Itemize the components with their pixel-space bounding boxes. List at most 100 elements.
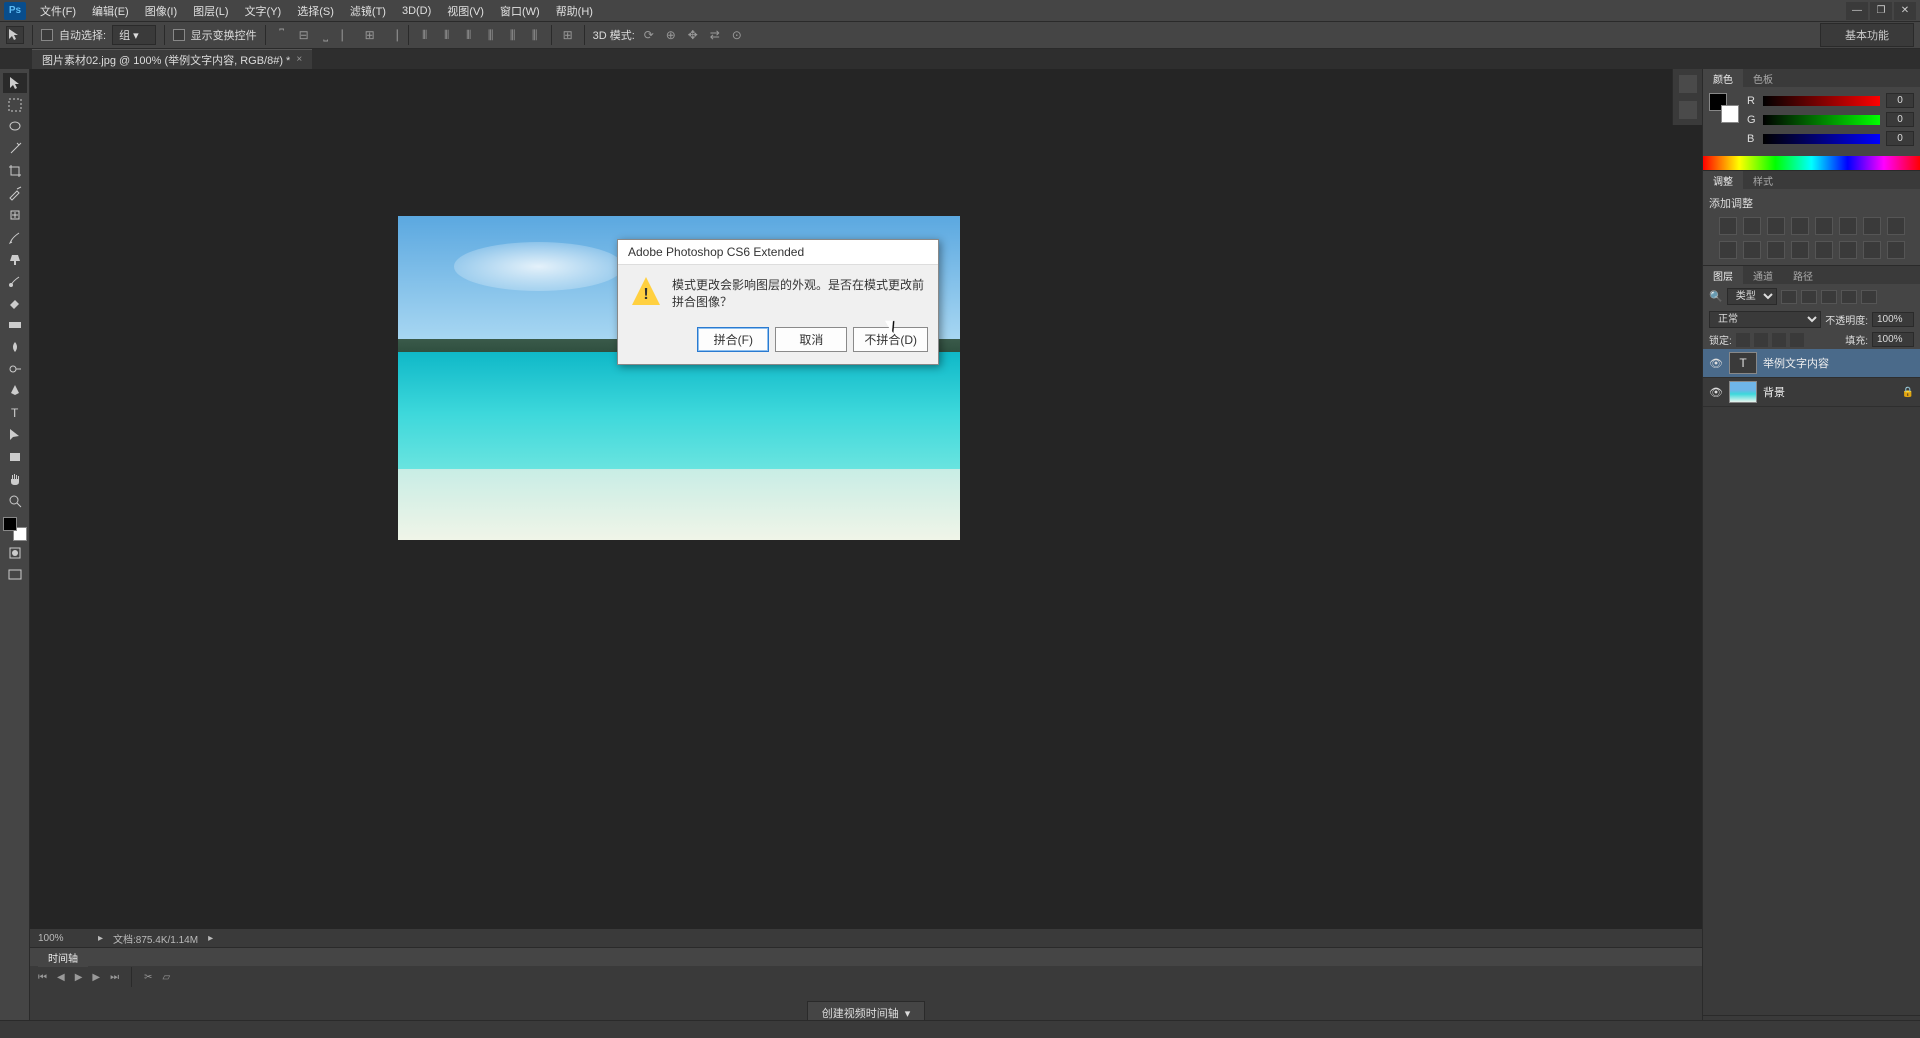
brightness-contrast-icon[interactable] — [1719, 217, 1737, 235]
b-slider[interactable] — [1763, 134, 1880, 144]
tab-channels[interactable]: 通道 — [1743, 266, 1783, 285]
layer-filter-dropdown[interactable]: 类型 — [1727, 288, 1777, 305]
r-value[interactable]: 0 — [1886, 93, 1914, 108]
3d-orbit-icon[interactable]: ⟳ — [641, 27, 657, 43]
menu-filter[interactable]: 滤镜(T) — [342, 0, 394, 22]
hand-tool[interactable] — [3, 469, 27, 489]
auto-select-dropdown[interactable]: 组 ▾ — [112, 25, 156, 45]
b-value[interactable]: 0 — [1886, 131, 1914, 146]
distribute-left-icon[interactable]: ⫼ — [483, 27, 499, 43]
color-preview[interactable] — [1709, 93, 1739, 123]
workspace-selector[interactable]: 基本功能 — [1820, 23, 1914, 47]
lock-position-icon[interactable] — [1772, 333, 1786, 347]
levels-icon[interactable] — [1743, 217, 1761, 235]
distribute-right-icon[interactable]: ⫼ — [527, 27, 543, 43]
align-hcenter-icon[interactable]: ⊞ — [362, 27, 378, 43]
properties-panel-icon[interactable] — [1679, 101, 1697, 119]
path-selection-tool[interactable] — [3, 425, 27, 445]
rectangle-tool[interactable] — [3, 447, 27, 467]
status-arrow-icon[interactable]: ▸ — [98, 933, 103, 944]
cancel-button[interactable]: 取消 — [775, 327, 847, 352]
exposure-icon[interactable] — [1791, 217, 1809, 235]
align-top-icon[interactable]: ⎴ — [274, 27, 290, 43]
3d-roll-icon[interactable]: ⊕ — [663, 27, 679, 43]
menu-layer[interactable]: 图层(L) — [185, 0, 236, 22]
fill-value[interactable]: 100% — [1872, 332, 1914, 347]
layer-item[interactable]: 👁 背景 🔒 — [1703, 378, 1920, 407]
layer-name[interactable]: 背景 — [1763, 384, 1896, 400]
dodge-tool[interactable] — [3, 359, 27, 379]
layer-item[interactable]: 👁 T 举例文字内容 — [1703, 349, 1920, 378]
show-transform-checkbox[interactable] — [173, 29, 185, 41]
hue-saturation-icon[interactable] — [1839, 217, 1857, 235]
lock-transparency-icon[interactable] — [1736, 333, 1750, 347]
menu-3d[interactable]: 3D(D) — [394, 2, 439, 20]
menu-help[interactable]: 帮助(H) — [548, 0, 601, 22]
timeline-last-frame-icon[interactable]: ⏭ — [110, 972, 119, 983]
move-tool-icon[interactable] — [6, 26, 24, 44]
photo-filter-icon[interactable] — [1719, 241, 1737, 259]
menu-window[interactable]: 窗口(W) — [492, 0, 548, 22]
auto-select-checkbox[interactable] — [41, 29, 53, 41]
menu-edit[interactable]: 编辑(E) — [84, 0, 137, 22]
timeline-tab[interactable]: 时间轴 — [38, 948, 88, 967]
timeline-play-icon[interactable]: ▶ — [75, 972, 83, 983]
history-panel-icon[interactable] — [1679, 75, 1697, 93]
filter-image-icon[interactable] — [1781, 290, 1797, 304]
color-swatches[interactable] — [3, 517, 27, 541]
tab-adjustments[interactable]: 调整 — [1703, 171, 1743, 190]
tab-styles[interactable]: 样式 — [1743, 171, 1783, 190]
blend-mode-dropdown[interactable]: 正常 — [1709, 311, 1821, 328]
lasso-tool[interactable] — [3, 117, 27, 137]
menu-type[interactable]: 文字(Y) — [237, 0, 290, 22]
healing-brush-tool[interactable] — [3, 205, 27, 225]
filter-type-icon[interactable] — [1821, 290, 1837, 304]
close-button[interactable]: ✕ — [1894, 2, 1916, 20]
channel-mixer-icon[interactable] — [1743, 241, 1761, 259]
timeline-cut-icon[interactable]: ✂ — [144, 972, 152, 983]
curves-icon[interactable] — [1767, 217, 1785, 235]
layer-thumbnail[interactable] — [1729, 381, 1757, 403]
foreground-color[interactable] — [3, 517, 17, 531]
3d-zoom-icon[interactable]: ⊙ — [729, 27, 745, 43]
3d-slide-icon[interactable]: ⇄ — [707, 27, 723, 43]
align-right-icon[interactable]: ⎹ — [384, 27, 400, 43]
move-tool[interactable] — [3, 73, 27, 93]
color-balance-icon[interactable] — [1863, 217, 1881, 235]
timeline-first-frame-icon[interactable]: ⏮ — [38, 972, 47, 983]
history-brush-tool[interactable] — [3, 271, 27, 291]
filter-shape-icon[interactable] — [1841, 290, 1857, 304]
distribute-top-icon[interactable]: ⫴ — [417, 27, 433, 43]
threshold-icon[interactable] — [1839, 241, 1857, 259]
marquee-tool[interactable] — [3, 95, 27, 115]
status-arrow-icon[interactable]: ▸ — [208, 933, 213, 944]
zoom-level[interactable]: 100% — [38, 933, 88, 944]
align-vcenter-icon[interactable]: ⊟ — [296, 27, 312, 43]
pen-tool[interactable] — [3, 381, 27, 401]
clone-stamp-tool[interactable] — [3, 249, 27, 269]
minimize-button[interactable]: — — [1846, 2, 1868, 20]
timeline-prev-frame-icon[interactable]: ◀ — [57, 972, 65, 983]
align-left-icon[interactable]: ⎸ — [340, 27, 356, 43]
invert-icon[interactable] — [1791, 241, 1809, 259]
3d-pan-icon[interactable]: ✥ — [685, 27, 701, 43]
document-tab[interactable]: 图片素材02.jpg @ 100% (举例文字内容, RGB/8#) * × — [32, 49, 312, 70]
layer-visibility-icon[interactable]: 👁 — [1709, 356, 1723, 370]
r-slider[interactable] — [1763, 96, 1880, 106]
tab-swatches[interactable]: 色板 — [1743, 69, 1783, 88]
distribute-bottom-icon[interactable]: ⫴ — [461, 27, 477, 43]
layer-visibility-icon[interactable]: 👁 — [1709, 385, 1723, 399]
posterize-icon[interactable] — [1815, 241, 1833, 259]
filter-smart-icon[interactable] — [1861, 290, 1877, 304]
menu-image[interactable]: 图像(I) — [137, 0, 185, 22]
timeline-next-frame-icon[interactable]: ▶ — [92, 972, 100, 983]
align-bottom-icon[interactable]: ⎵ — [318, 27, 334, 43]
brush-tool[interactable] — [3, 227, 27, 247]
screen-mode-tool[interactable] — [3, 565, 27, 585]
search-icon[interactable]: 🔍 — [1709, 290, 1723, 303]
tab-layers[interactable]: 图层 — [1703, 266, 1743, 285]
auto-align-icon[interactable]: ⊞ — [560, 27, 576, 43]
g-value[interactable]: 0 — [1886, 112, 1914, 127]
filter-adjustment-icon[interactable] — [1801, 290, 1817, 304]
magic-wand-tool[interactable] — [3, 139, 27, 159]
